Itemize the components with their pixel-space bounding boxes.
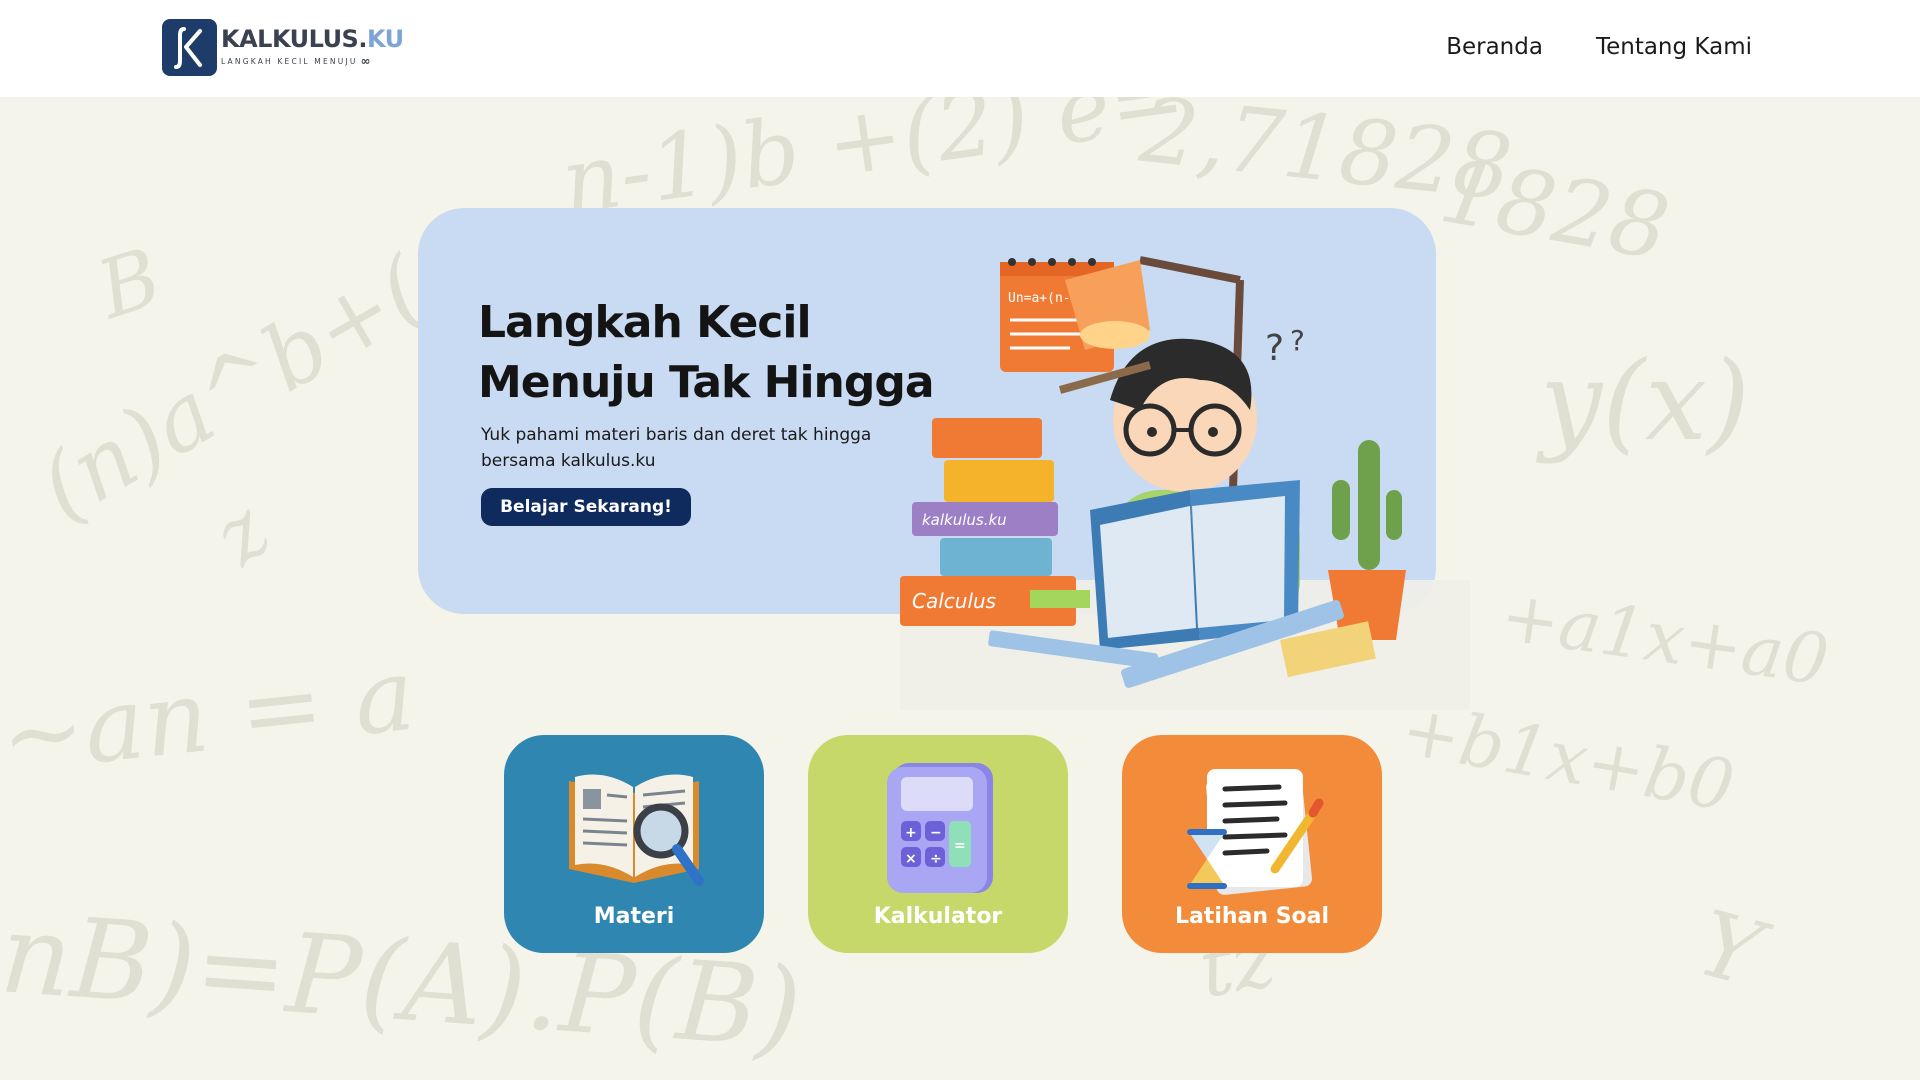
logo-title: KALKULUS.KU — [221, 25, 404, 53]
svg-text:=: = — [954, 838, 966, 854]
brand-logo[interactable]: KALKULUS.KU LANGKAH KECIL MENUJU ∞ — [162, 18, 404, 76]
svg-text:kalkulus.ku: kalkulus.ku — [922, 511, 1007, 529]
svg-text:?: ? — [1290, 324, 1305, 357]
svg-text:×: × — [905, 851, 917, 867]
student-reading-illustration: Un=a+(n-1)b kalkulus.ku Calculus ? ? — [900, 256, 1470, 710]
infinity-icon: ∞ — [360, 54, 371, 68]
svg-text:÷: ÷ — [930, 851, 942, 867]
boy-reading-illustration: ? ? — [1058, 324, 1305, 650]
latihan-soal-label: Latihan Soal — [1174, 904, 1330, 929]
kalkulator-card[interactable]: + − × ÷ = Kalkulator — [808, 735, 1068, 953]
hero-description: Yuk pahami materi baris dan deret tak hi… — [481, 425, 872, 471]
start-learning-button[interactable]: Belajar Sekarang! — [481, 488, 691, 526]
logo-subtitle: LANGKAH KECIL MENUJU ∞ — [221, 54, 371, 68]
latihan-soal-card[interactable]: Latihan Soal — [1122, 735, 1382, 953]
exam-paper-hourglass-icon — [1187, 769, 1324, 895]
nav-tentang-kami[interactable]: Tentang Kami — [1596, 34, 1752, 60]
top-navbar: KALKULUS.KU LANGKAH KECIL MENUJU ∞ Berand… — [0, 0, 1920, 97]
svg-text:−: − — [930, 825, 942, 841]
nav-beranda[interactable]: Beranda — [1446, 34, 1543, 60]
hero-title: Langkah Kecil Menuju Tak Hingga — [478, 297, 935, 408]
materi-label: Materi — [593, 904, 675, 929]
calculator-icon: + −× ÷ = — [887, 763, 993, 893]
open-book-magnifier-icon — [569, 774, 704, 886]
svg-text:+: + — [905, 825, 917, 841]
logo-mark-icon — [162, 18, 217, 76]
kalkulator-label: Kalkulator — [873, 904, 1003, 929]
svg-text:Calculus: Calculus — [912, 589, 996, 613]
book-stack-illustration: kalkulus.ku Calculus — [900, 418, 1090, 626]
svg-text:?: ? — [1265, 328, 1284, 369]
materi-card[interactable]: Materi — [504, 735, 764, 953]
main-nav: Beranda Tentang Kami — [1446, 34, 1752, 60]
